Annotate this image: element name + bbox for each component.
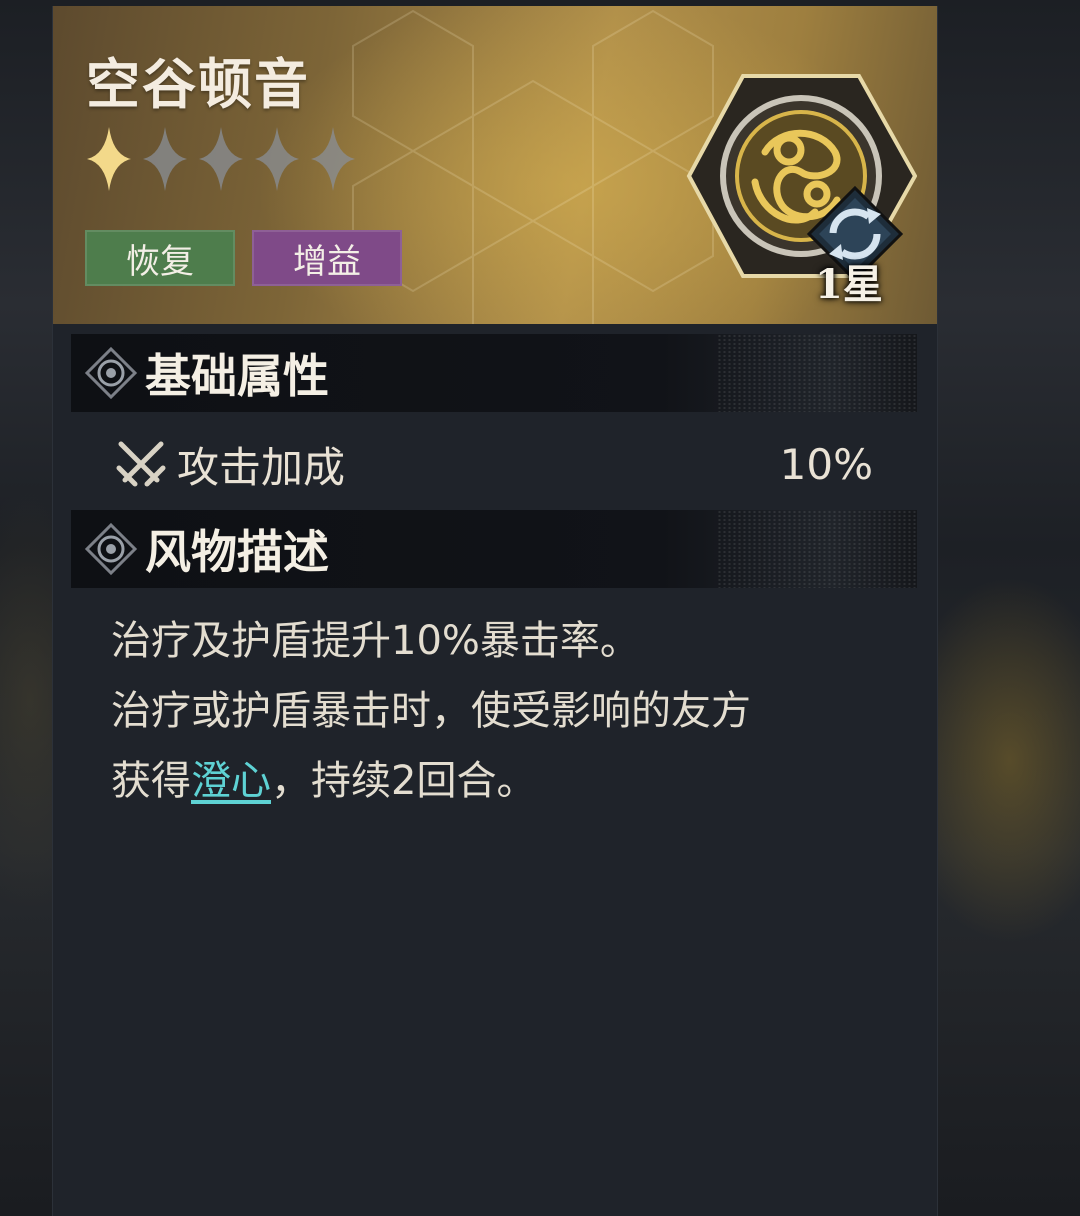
crossed-swords-icon	[116, 441, 166, 487]
star-empty-icon	[311, 127, 355, 191]
star-empty-icon	[143, 127, 187, 191]
star-filled-icon	[87, 127, 131, 191]
description-line: 治疗及护盾提升10%暴击率。	[111, 618, 640, 664]
item-name: 空谷顿音	[86, 52, 310, 116]
section-base-attributes: 基础属性	[71, 334, 917, 412]
section-title: 基础属性	[145, 349, 329, 403]
stat-row: 攻击加成 10%	[113, 426, 873, 502]
tag-buff: 增益	[252, 230, 402, 286]
description-line: 获得澄心，持续2回合。	[111, 746, 891, 816]
stat-value: 10%	[779, 439, 873, 489]
description-text: 治疗及护盾提升10%暴击率。 治疗或护盾暴击时，使受影响的友方 获得澄心，持续2…	[111, 606, 891, 816]
rarity-stars	[87, 127, 355, 191]
star-empty-icon	[199, 127, 243, 191]
description-text-segment: 获得	[111, 758, 191, 804]
star-level-label: 1星	[815, 261, 883, 308]
item-header: 空谷顿音 恢复 增益 1星	[53, 6, 937, 324]
keyword-link[interactable]: 澄心	[191, 758, 271, 804]
section-title: 风物描述	[145, 525, 329, 579]
tag-heal: 恢复	[85, 230, 235, 286]
description-text-segment: ，持续2回合。	[271, 758, 537, 804]
description-line: 治疗或护盾暴击时，使受影响的友方	[111, 688, 751, 734]
star-empty-icon	[255, 127, 299, 191]
stat-name: 攻击加成	[177, 442, 346, 492]
diamond-target-icon	[84, 346, 138, 400]
section-description: 风物描述	[71, 510, 917, 588]
item-detail-card: 空谷顿音 恢复 增益 1星 基础属性 攻击加成 10% 风物描述 治疗及护盾提升…	[52, 6, 938, 1216]
diamond-target-icon	[84, 522, 138, 576]
